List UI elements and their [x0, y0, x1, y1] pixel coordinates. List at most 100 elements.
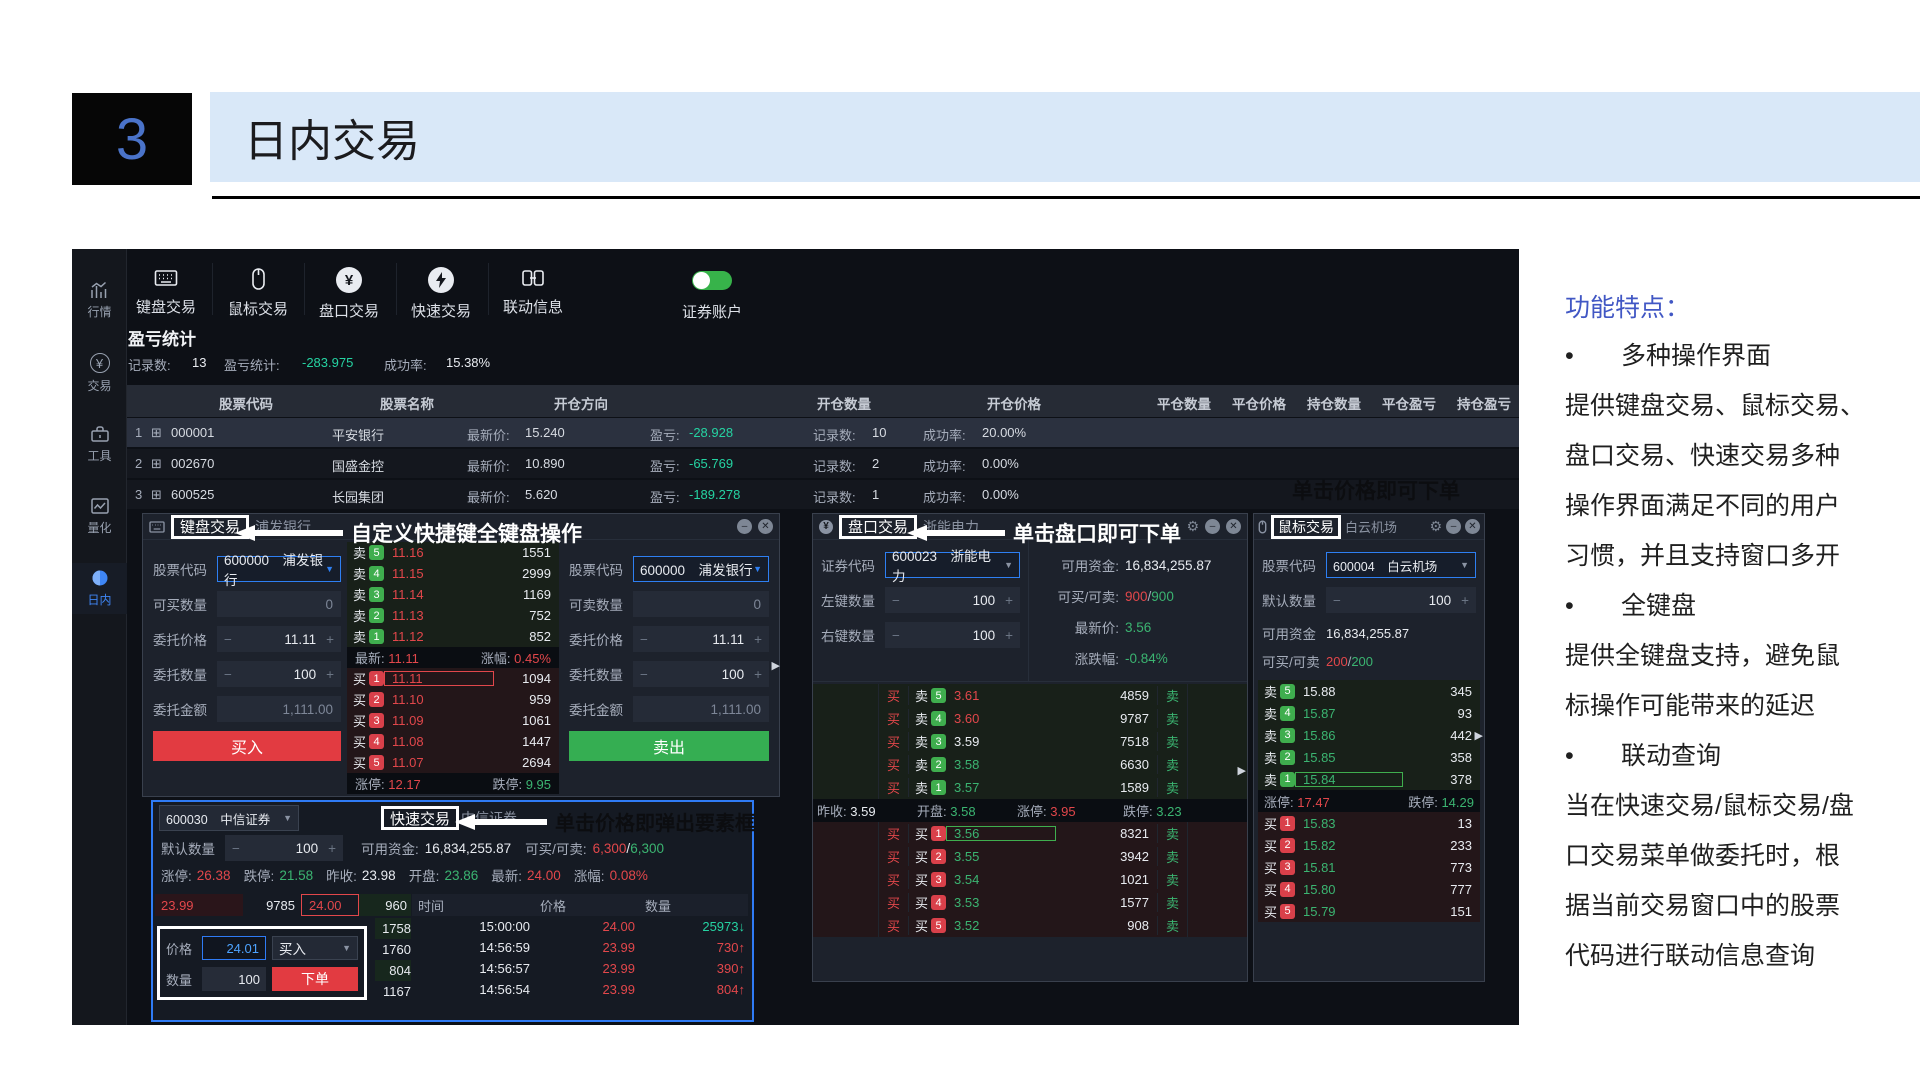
sell-link[interactable]: 卖 — [1157, 916, 1187, 935]
qty-input[interactable]: 100 — [202, 967, 266, 991]
price[interactable]: 11.08 — [384, 734, 454, 749]
book-row[interactable]: 买311.091061 — [347, 710, 559, 731]
qty-stepper[interactable]: −100+ — [633, 661, 769, 687]
sell-link[interactable]: 卖 — [1157, 686, 1187, 705]
price-stepper[interactable]: −11.11+ — [217, 626, 341, 652]
price[interactable]: 15.80 — [1295, 882, 1365, 897]
default-qty-stepper[interactable]: −100+ — [1326, 587, 1476, 613]
stock-code-select[interactable]: 600000 浦发银行▼ — [633, 556, 769, 582]
book-row[interactable]: 买115.8313 — [1258, 812, 1480, 834]
buy-button[interactable]: 买入 — [153, 731, 341, 761]
gear-icon[interactable]: ⚙ — [1186, 518, 1199, 535]
account-toggle-item[interactable]: 证券账户 — [664, 267, 760, 322]
price[interactable]: 11.13 — [384, 608, 454, 623]
tree-expand-icon[interactable]: ⊞ — [151, 487, 162, 503]
buy-link[interactable]: 买 — [879, 847, 909, 866]
buy-link[interactable]: 买 — [879, 824, 909, 843]
stock-code-select[interactable]: 600004 白云机场▼ — [1326, 552, 1476, 578]
book-row[interactable]: 买315.81773 — [1258, 856, 1480, 878]
sell-link[interactable]: 卖 — [1157, 755, 1187, 774]
sell-link[interactable]: 卖 — [1157, 847, 1187, 866]
price[interactable]: 11.12 — [384, 629, 454, 644]
price[interactable]: 15.86 — [1295, 728, 1365, 743]
price[interactable]: 11.09 — [384, 713, 454, 728]
buy-link[interactable]: 买 — [879, 870, 909, 889]
stepper-minus-icon[interactable]: − — [892, 628, 900, 643]
bid-price[interactable]: 23.99 — [155, 894, 243, 916]
stepper-plus-icon[interactable]: + — [1005, 593, 1013, 608]
book-row[interactable]: 卖415.8793 — [1258, 702, 1480, 724]
close-icon[interactable]: ✕ — [758, 519, 773, 534]
price[interactable]: 15.84 — [1295, 772, 1403, 787]
book-row[interactable]: 卖315.86442 — [1258, 724, 1480, 746]
stepper-plus-icon[interactable]: + — [754, 632, 762, 647]
buy-link[interactable]: 买 — [879, 778, 909, 797]
stepper-minus-icon[interactable]: − — [640, 667, 648, 682]
buy-link[interactable]: 买 — [879, 732, 909, 751]
price-input[interactable]: 24.01 — [202, 936, 266, 960]
book-row[interactable]: 卖211.13752 — [347, 605, 559, 626]
sidebar-item-trade[interactable]: ¥ 交易 — [72, 347, 127, 400]
stock-code-select[interactable]: 600030 中信证券▼ — [159, 805, 299, 831]
tab-keyboard-trade[interactable]: 键盘交易 — [118, 267, 214, 317]
sell-button[interactable]: 卖出 — [569, 731, 769, 761]
price[interactable]: 3.54 — [946, 872, 1016, 887]
submit-order-button[interactable]: 下单 — [272, 967, 358, 991]
minimize-icon[interactable]: – — [737, 519, 752, 534]
stepper-minus-icon[interactable]: − — [224, 667, 232, 682]
expand-handle-icon[interactable]: ▶ — [1238, 764, 1246, 777]
sell-link[interactable]: 卖 — [1157, 893, 1187, 912]
price[interactable]: 3.58 — [946, 757, 1016, 772]
table-row[interactable]: 1 ⊞ 000001 平安银行 最新价: 15.240 盈亏: -28.928 … — [127, 418, 1519, 448]
price[interactable]: 3.61 — [946, 688, 1016, 703]
buy-link[interactable]: 买 — [879, 916, 909, 935]
book-row[interactable]: 卖115.84378 — [1258, 768, 1480, 790]
buy-link[interactable]: 买 — [879, 755, 909, 774]
sell-link[interactable]: 卖 — [1157, 778, 1187, 797]
stock-code-select[interactable]: 600023 浙能电力▼ — [885, 552, 1020, 578]
price[interactable]: 3.52 — [946, 918, 1016, 933]
stepper-plus-icon[interactable]: + — [328, 841, 336, 856]
sell-link[interactable]: 卖 — [1157, 824, 1187, 843]
price[interactable]: 15.87 — [1295, 706, 1365, 721]
book-row[interactable]: 买515.79151 — [1258, 900, 1480, 922]
price[interactable]: 11.10 — [384, 692, 454, 707]
sell-link[interactable]: 卖 — [1157, 732, 1187, 751]
price[interactable]: 15.88 — [1295, 684, 1365, 699]
minimize-icon[interactable]: – — [1205, 519, 1220, 534]
book-row[interactable]: 卖311.141169 — [347, 584, 559, 605]
toggle-on-icon[interactable] — [692, 271, 732, 290]
stepper-plus-icon[interactable]: + — [326, 667, 334, 682]
stepper-plus-icon[interactable]: + — [1005, 628, 1013, 643]
ask-price[interactable]: 24.00 — [301, 894, 359, 916]
price[interactable]: 3.60 — [946, 711, 1016, 726]
tab-quick-trade[interactable]: 快速交易 — [393, 267, 489, 321]
price[interactable]: 3.55 — [946, 849, 1016, 864]
price-stepper[interactable]: −11.11+ — [633, 626, 769, 652]
sidebar-item-tools[interactable]: 工具 — [72, 419, 127, 470]
price[interactable]: 3.59 — [946, 734, 1016, 749]
price[interactable]: 15.83 — [1295, 816, 1365, 831]
price[interactable]: 11.07 — [384, 755, 454, 770]
buy-link[interactable]: 买 — [879, 893, 909, 912]
stepper-minus-icon[interactable]: − — [232, 841, 240, 856]
available-qty-field[interactable]: 0 — [633, 591, 769, 617]
price[interactable]: 3.56 — [946, 826, 1056, 841]
default-qty-stepper[interactable]: −100+ — [225, 835, 343, 861]
qty-stepper[interactable]: −100+ — [217, 661, 341, 687]
tab-mouse-trade[interactable]: 鼠标交易 — [210, 267, 306, 319]
book-row[interactable]: 买511.072694 — [347, 752, 559, 773]
stepper-plus-icon[interactable]: + — [754, 667, 762, 682]
book-row[interactable]: 买211.10959 — [347, 689, 559, 710]
stepper-minus-icon[interactable]: − — [224, 632, 232, 647]
price[interactable]: 11.15 — [384, 566, 454, 581]
stock-code-select[interactable]: 600000 浦发银行▼ — [217, 556, 341, 582]
sell-link[interactable]: 卖 — [1157, 709, 1187, 728]
book-row[interactable]: 卖411.152999 — [347, 563, 559, 584]
stepper-minus-icon[interactable]: − — [892, 593, 900, 608]
minimize-icon[interactable]: – — [1446, 519, 1461, 534]
left-click-qty-stepper[interactable]: −100+ — [885, 587, 1020, 613]
sidebar-item-quant[interactable]: 量化 — [72, 491, 127, 542]
buy-link[interactable]: 买 — [879, 686, 909, 705]
book-row[interactable]: 买411.081447 — [347, 731, 559, 752]
